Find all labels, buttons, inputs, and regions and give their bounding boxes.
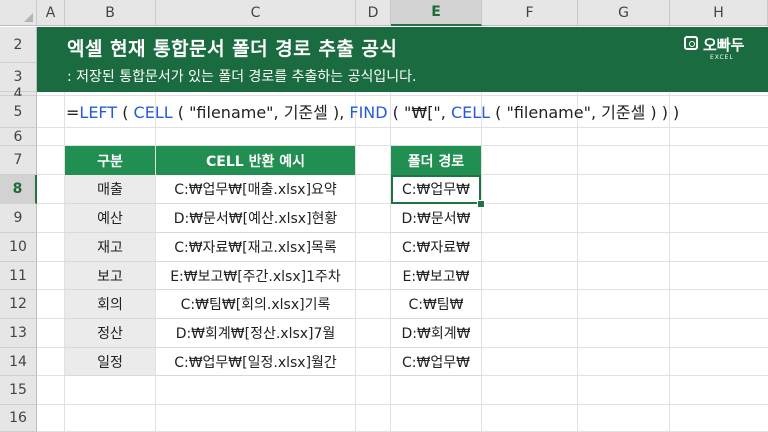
table-cell-folder-path[interactable]: D:₩회계₩ [391,319,481,348]
table-cell-example[interactable]: D:₩문서₩[예산.xlsx]현황 [156,204,355,233]
formula-function-left: LEFT [79,103,118,122]
table-cell-folder-path[interactable]: C:₩팀₩ [391,290,481,319]
banner-subtitle: : 저장된 통합문서가 있는 폴더 경로를 추출하는 공식입니다. [67,69,417,85]
logo-icon [684,36,698,50]
formula-part: ( "filename", 기준셀 ), [172,103,350,122]
gridline [37,95,768,96]
table-cell-folder-path[interactable]: E:₩보고₩ [391,262,481,290]
column-header-e[interactable]: E [391,0,482,26]
table-cell-example[interactable]: E:₩보고₩[주간.xlsx]1주차 [156,262,355,290]
table-cell-category[interactable]: 매출 [65,175,155,204]
banner-title: 엑셀 현재 통합문서 폴더 경로 추출 공식 [67,38,398,60]
row-header-14[interactable]: 14 [0,348,37,376]
table-cell-example[interactable]: C:₩자료₩[재고.xlsx]목록 [156,233,355,262]
formula-part: ( [117,103,134,122]
table-cell-example[interactable]: C:₩팀₩[회의.xlsx]기록 [156,290,355,319]
gridline [37,127,768,128]
table-cell-category[interactable]: 보고 [65,262,155,290]
row-header-10[interactable]: 10 [0,233,37,262]
row-header-9[interactable]: 9 [0,204,37,233]
column-header-g[interactable]: G [578,0,670,26]
table-cell-category[interactable]: 예산 [65,204,155,233]
formula-function-cell: CELL [133,103,173,122]
table-cell-folder-path[interactable]: C:₩업무₩ [391,348,481,376]
table-cell-example[interactable]: C:₩업무₩[일정.xlsx]월간 [156,348,355,376]
select-all-corner[interactable] [0,0,37,26]
formula-text[interactable]: =LEFT ( CELL ( "filename", 기준셀 ), FIND (… [66,99,679,123]
formula-function-find: FIND [349,103,388,122]
table-cell-example[interactable]: D:₩회계₩[정산.xlsx]7월 [156,319,355,348]
row-header-15[interactable]: 15 [0,376,37,405]
column-header-c[interactable]: C [156,0,356,26]
table-header-cell-example: CELL 반환 예시 [156,146,355,175]
row-header-11[interactable]: 11 [0,262,37,290]
column-header-a[interactable]: A [37,0,65,26]
row-header-5[interactable]: 5 [0,96,37,128]
row-header-8[interactable]: 8 [0,175,37,204]
row-header-16[interactable]: 16 [0,405,37,432]
row-header-6[interactable]: 6 [0,128,37,146]
table-header-category: 구분 [65,146,155,175]
logo-subtext: EXCEL [710,54,734,61]
spreadsheet-grid: ABCDEFGH 2 3 4 5 6 7 8 9 10 11 12 13 14 15 16 엑셀 현재 통합… [0,0,768,432]
logo-text: 오빠두 [703,36,745,54]
row-header-2[interactable]: 2 [0,27,37,63]
row-header-12[interactable]: 12 [0,290,37,319]
column-header-h[interactable]: H [670,0,768,26]
formula-part: ( "filename", 기준셀 ) ) ) [490,103,680,122]
table-cell-category[interactable]: 일정 [65,348,155,376]
column-header-f[interactable]: F [482,0,578,26]
table-cell-category[interactable]: 정산 [65,319,155,348]
table-header-folder-path: 폴더 경로 [391,146,481,175]
formula-part: ( "₩[", [387,103,451,122]
table-cell-category[interactable]: 회의 [65,290,155,319]
gridline [37,404,768,405]
table-cell-example[interactable]: C:₩업무₩[매출.xlsx]요약 [156,175,355,204]
row-header-7[interactable]: 7 [0,146,37,175]
table-cell-category[interactable]: 재고 [65,233,155,262]
column-header-d[interactable]: D [356,0,391,26]
table-cell-folder-path[interactable]: D:₩문서₩ [391,204,481,233]
formula-function-cell: CELL [450,103,491,122]
formula-part: = [66,103,80,122]
row-header-13[interactable]: 13 [0,319,37,348]
column-header-b[interactable]: B [65,0,156,26]
table-cell-folder-path[interactable]: C:₩업무₩ [391,175,481,204]
table-cell-folder-path[interactable]: C:₩자료₩ [391,233,481,262]
